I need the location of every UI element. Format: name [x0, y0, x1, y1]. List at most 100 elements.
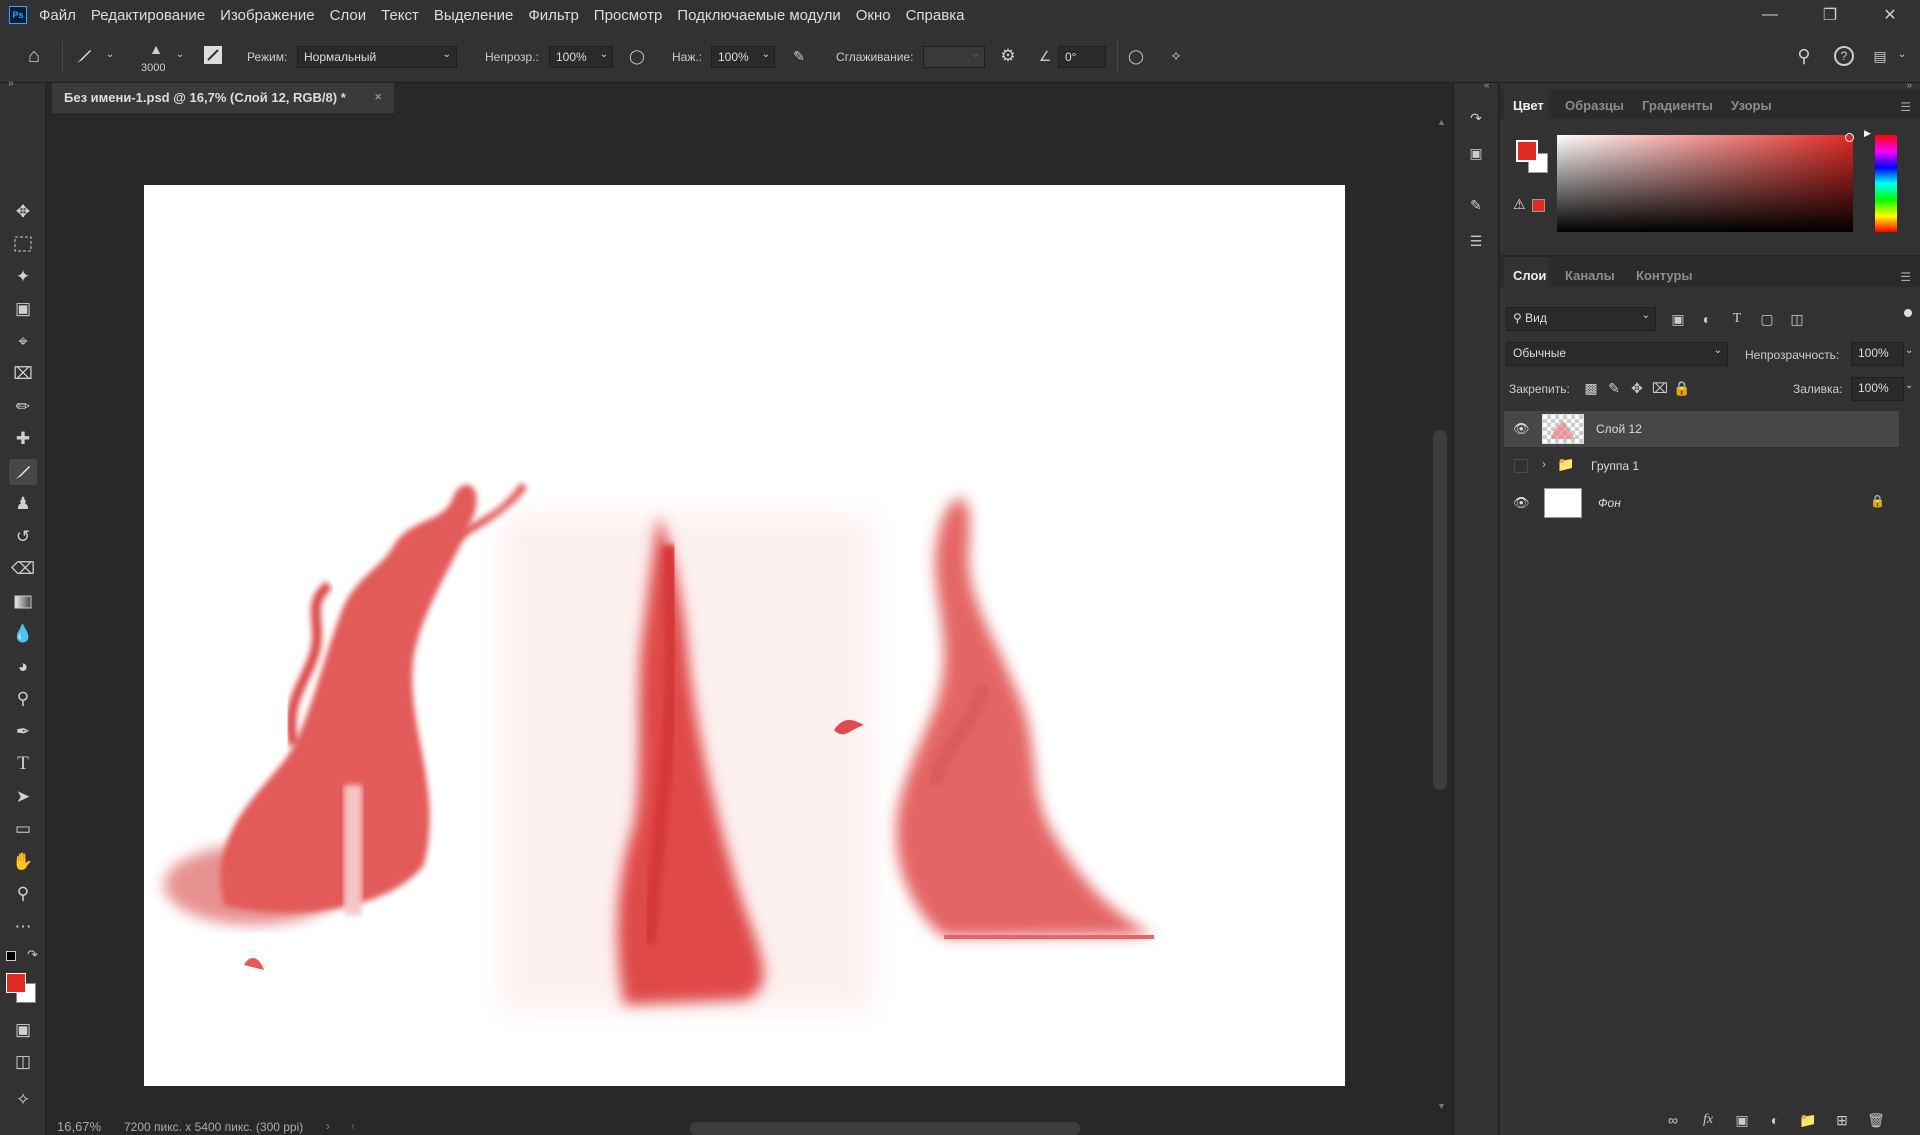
- eraser-tool-icon[interactable]: ⌫: [9, 556, 37, 582]
- color-field[interactable]: [1557, 135, 1853, 232]
- scroll-up-icon[interactable]: ▲: [1437, 117, 1446, 127]
- scroll-left-icon[interactable]: ‹: [351, 1119, 355, 1133]
- color-foreground-swatch[interactable]: [1516, 140, 1538, 162]
- color-picker-ring[interactable]: [1845, 133, 1854, 142]
- symmetry-butterfly-icon[interactable]: ✧: [1166, 46, 1186, 66]
- layer-filter-select[interactable]: ⚲ Вид ⌄: [1506, 307, 1656, 331]
- hue-slider[interactable]: [1875, 135, 1897, 232]
- gradient-tool-icon[interactable]: [9, 589, 37, 615]
- chevron-right-icon[interactable]: ›: [1542, 457, 1546, 471]
- hand-tool-icon[interactable]: ✋: [9, 849, 37, 875]
- visibility-toggle-off[interactable]: [1514, 459, 1528, 473]
- link-layers-icon[interactable]: ∞: [1663, 1110, 1683, 1130]
- brush-settings-panel-icon[interactable]: ✎: [1466, 195, 1486, 215]
- pen-tool-icon[interactable]: ✒: [9, 719, 37, 745]
- layer-opacity-input[interactable]: 100%: [1851, 342, 1904, 366]
- swap-colors-icon[interactable]: ↷: [27, 947, 38, 963]
- filter-toggle-icon[interactable]: [1904, 309, 1912, 317]
- add-mask-icon[interactable]: ▣: [1732, 1110, 1752, 1130]
- filter-type-icon[interactable]: T: [1727, 309, 1747, 329]
- minimize-icon[interactable]: —: [1740, 0, 1800, 30]
- layer-style-icon[interactable]: fx: [1698, 1110, 1718, 1130]
- filter-pixel-icon[interactable]: ▣: [1668, 309, 1688, 329]
- eyedropper-tool-icon[interactable]: ✏: [9, 394, 37, 420]
- more-tools-icon[interactable]: ⋯: [9, 914, 37, 940]
- quick-mask-icon[interactable]: ▣: [9, 1017, 37, 1043]
- foreground-color-swatch[interactable]: [6, 973, 26, 993]
- chevron-down-icon[interactable]: ⌄: [1905, 380, 1913, 391]
- new-group-icon[interactable]: 📁: [1798, 1110, 1818, 1130]
- home-icon[interactable]: ⌂: [24, 45, 44, 67]
- filter-adjustment-icon[interactable]: ◐: [1697, 309, 1717, 329]
- tab-gradients[interactable]: Градиенты: [1642, 98, 1713, 113]
- menu-view[interactable]: Просмотр: [594, 7, 663, 24]
- menu-select[interactable]: Выделение: [434, 7, 513, 24]
- fill-input[interactable]: 100%: [1851, 377, 1904, 401]
- menu-filter[interactable]: Фильтр: [528, 7, 578, 24]
- edit-toolbar-icon[interactable]: ✧: [9, 1087, 37, 1113]
- clone-stamp-tool-icon[interactable]: ♟: [9, 491, 37, 517]
- close-window-icon[interactable]: ✕: [1860, 0, 1920, 30]
- quick-selection-tool-icon[interactable]: ✦: [9, 264, 37, 290]
- dodge-tool-icon[interactable]: ◕: [9, 654, 37, 680]
- comments-panel-icon[interactable]: ▣: [1466, 143, 1486, 163]
- web-color-swatch[interactable]: [1532, 199, 1545, 212]
- zoom-level[interactable]: 16,67%: [57, 1119, 101, 1134]
- move-tool-icon[interactable]: ✥: [9, 199, 37, 225]
- help-icon[interactable]: ?: [1834, 46, 1854, 66]
- brush-tool-icon[interactable]: [9, 459, 37, 485]
- path-selection-tool-icon[interactable]: ➤: [9, 784, 37, 810]
- document-tab[interactable]: Без имени-1.psd @ 16,7% (Слой 12, RGB/8)…: [52, 83, 394, 113]
- horizontal-scroll-thumb[interactable]: [690, 1122, 1080, 1135]
- tab-layers[interactable]: Слои: [1513, 268, 1546, 283]
- frame-tool-icon[interactable]: ⌧: [9, 361, 37, 387]
- lock-transparent-icon[interactable]: ▩: [1581, 378, 1601, 398]
- chevron-right-icon[interactable]: ›: [326, 1119, 330, 1133]
- tab-color[interactable]: Цвет: [1513, 98, 1544, 113]
- blur-tool-icon[interactable]: 💧: [9, 621, 37, 647]
- healing-brush-tool-icon[interactable]: ✚: [9, 426, 37, 452]
- document-canvas[interactable]: [144, 185, 1345, 1086]
- adjustments-panel-icon[interactable]: ☰: [1466, 231, 1486, 251]
- airbrush-icon[interactable]: ✎: [789, 46, 809, 66]
- chevron-down-icon[interactable]: ⌄: [1905, 345, 1913, 356]
- visibility-eye-icon[interactable]: 👁: [1513, 495, 1530, 511]
- collapse-icon[interactable]: »: [8, 78, 14, 89]
- layer-name[interactable]: Слой 12: [1596, 422, 1642, 436]
- brush-settings-icon[interactable]: [204, 46, 222, 64]
- layer-name[interactable]: Фон: [1598, 496, 1621, 510]
- chevron-down-icon[interactable]: ⌄: [176, 49, 184, 60]
- lock-image-icon[interactable]: ✎: [1604, 378, 1624, 398]
- new-adjustment-layer-icon[interactable]: ◐: [1765, 1110, 1785, 1130]
- menu-image[interactable]: Изображение: [220, 7, 315, 24]
- search-icon[interactable]: ⚲: [1794, 46, 1814, 66]
- type-tool-icon[interactable]: T: [9, 751, 37, 777]
- menu-type[interactable]: Текст: [381, 7, 419, 24]
- pressure-size-icon[interactable]: ◯: [1126, 46, 1146, 66]
- gamut-warning-icon[interactable]: ⚠: [1513, 196, 1526, 213]
- object-selection-tool-icon[interactable]: ▣: [9, 296, 37, 322]
- tab-channels[interactable]: Каналы: [1565, 268, 1615, 283]
- expand-panels-icon[interactable]: «: [1484, 80, 1490, 91]
- lock-artboard-icon[interactable]: ⌧: [1650, 378, 1670, 398]
- layer-name[interactable]: Группа 1: [1591, 459, 1639, 473]
- chevron-down-icon[interactable]: ⌄: [1898, 49, 1906, 60]
- default-colors-icon[interactable]: [6, 951, 16, 961]
- workspace-icon[interactable]: ▤: [1870, 46, 1890, 66]
- crop-tool-icon[interactable]: ⌖: [9, 329, 37, 355]
- blend-mode-select[interactable]: Обычные ⌄: [1506, 342, 1728, 366]
- gear-icon[interactable]: ⚙: [998, 46, 1018, 66]
- delete-layer-icon[interactable]: 🗑: [1866, 1110, 1886, 1130]
- layer-row-background[interactable]: 👁 Фон 🔒: [1504, 485, 1899, 521]
- tab-paths[interactable]: Контуры: [1636, 268, 1693, 283]
- pressure-opacity-icon[interactable]: ◯: [627, 46, 647, 66]
- menu-file[interactable]: Файл: [39, 7, 76, 24]
- marquee-tool-icon[interactable]: [9, 231, 37, 257]
- flow-input[interactable]: 100% ⌄: [711, 46, 775, 68]
- angle-input[interactable]: 0°: [1058, 46, 1106, 68]
- history-brush-tool-icon[interactable]: ↺: [9, 524, 37, 550]
- lock-position-icon[interactable]: ✥: [1627, 378, 1647, 398]
- mode-select[interactable]: Нормальный ⌄: [297, 46, 457, 68]
- menu-plugins[interactable]: Подключаемые модули: [677, 7, 840, 24]
- opacity-input[interactable]: 100% ⌄: [549, 46, 613, 68]
